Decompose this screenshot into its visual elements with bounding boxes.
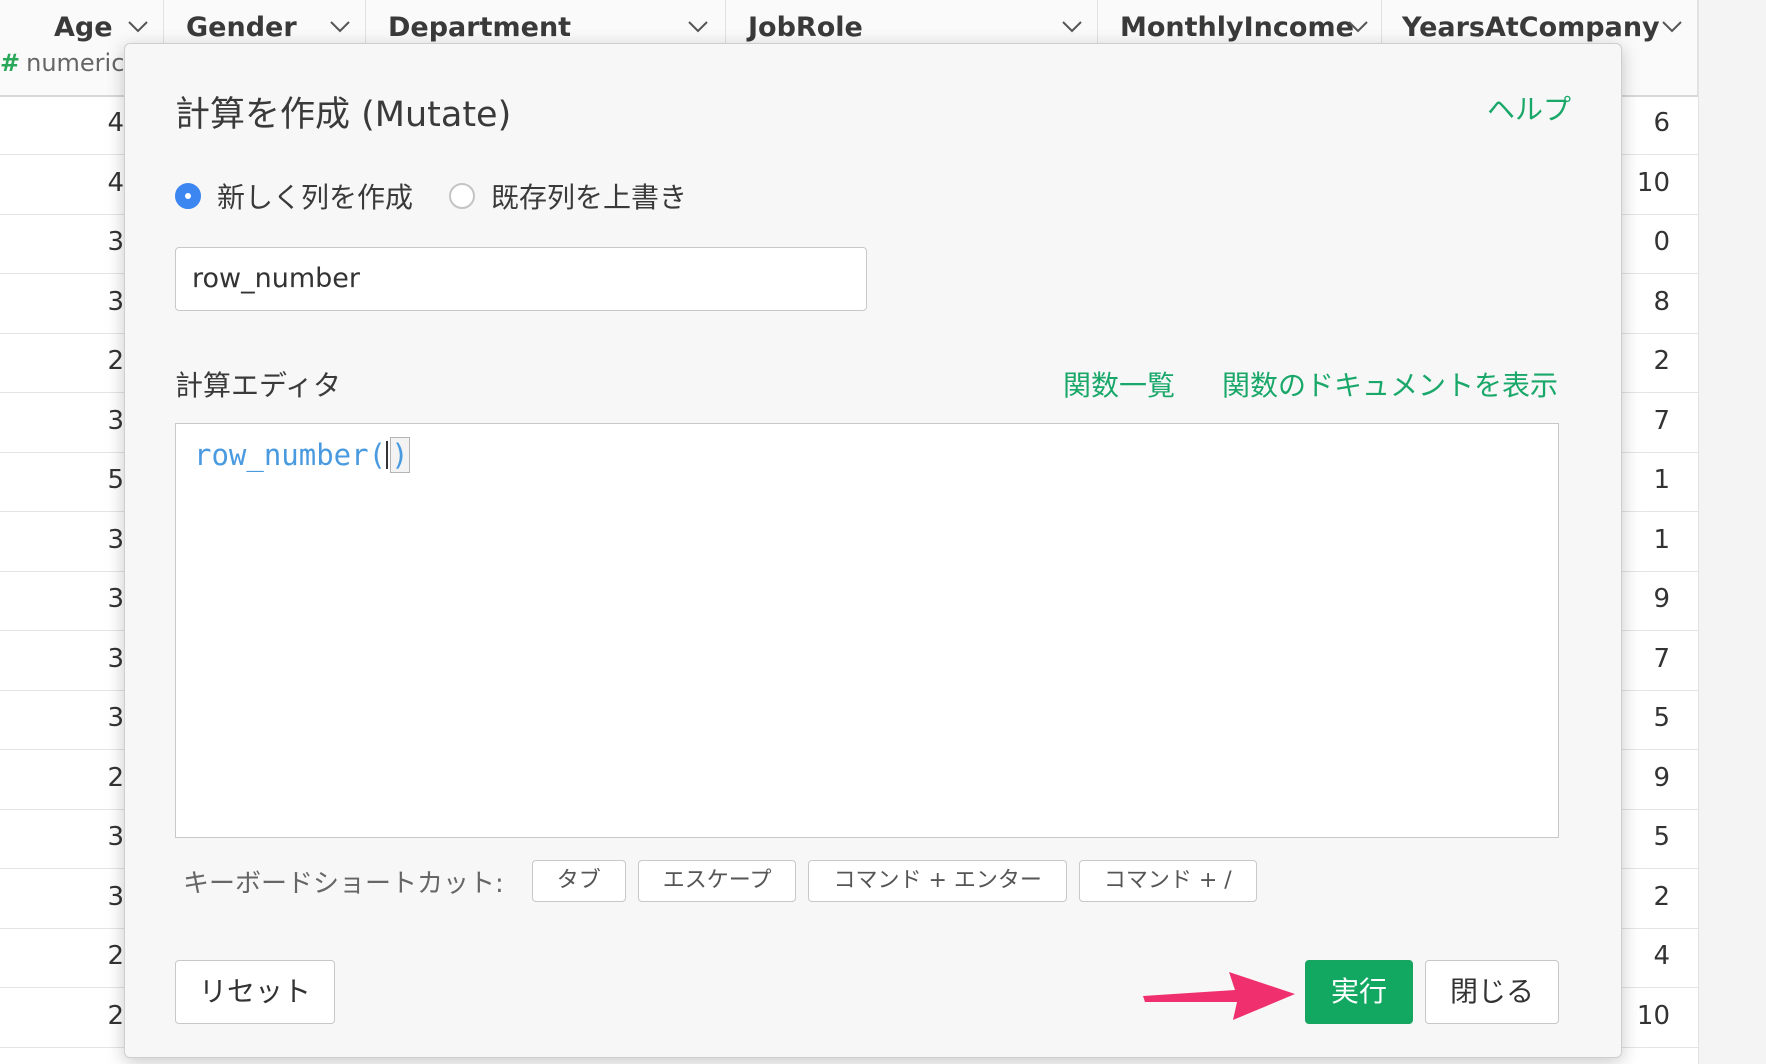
mutate-dialog: 計算を作成 (Mutate) ヘルプ 新しく列を作成 既存列を上書き row_n… xyxy=(124,43,1622,1058)
age-cell: 3 xyxy=(107,881,124,912)
column-name: YearsAtCompany xyxy=(1402,12,1660,43)
age-cell: 4 xyxy=(107,108,124,138)
chevron-down-icon[interactable] xyxy=(328,18,352,34)
age-cell: 2 xyxy=(107,762,124,793)
chevron-down-icon[interactable] xyxy=(126,18,150,34)
text-caret xyxy=(386,441,389,469)
mode-radio-group: 新しく列を作成 既存列を上書き xyxy=(175,176,723,216)
run-button[interactable]: 実行 xyxy=(1305,960,1413,1024)
calculation-code-editor[interactable]: row_number() xyxy=(175,423,1559,838)
radio-checked-icon[interactable] xyxy=(175,183,201,209)
age-cell: 3 xyxy=(107,643,124,674)
age-cell: 3 xyxy=(107,227,124,257)
shortcut-tab-key: タブ xyxy=(531,860,626,902)
age-cell: 3 xyxy=(107,405,124,436)
dialog-title: 計算を作成 (Mutate) xyxy=(175,95,512,135)
radio-label: 新しく列を作成 xyxy=(217,181,414,214)
shortcut-command-slash-key: コマンド + / xyxy=(1078,860,1257,902)
column-type-label: numeric xyxy=(26,49,125,77)
column-type: # numeric xyxy=(0,49,124,77)
calculation-editor-label: 計算エディタ xyxy=(175,369,342,402)
chevron-down-icon[interactable] xyxy=(1060,18,1084,34)
function-list-link[interactable]: 関数一覧 xyxy=(1063,364,1175,404)
age-cell: 4 xyxy=(107,167,124,198)
radio-unchecked-icon[interactable] xyxy=(449,183,476,209)
reset-button[interactable]: リセット xyxy=(175,960,335,1024)
code-line: row_number() xyxy=(194,437,410,473)
age-cell: 3 xyxy=(107,703,124,733)
chevron-down-icon[interactable] xyxy=(1660,18,1684,34)
radio-create-new-column[interactable]: 新しく列を作成 xyxy=(175,176,413,216)
shortcut-command-enter-key: コマンド + エンター xyxy=(808,860,1067,902)
age-cell: 3 xyxy=(107,524,124,555)
column-name: Age xyxy=(54,12,113,43)
column-name: Gender xyxy=(186,12,297,43)
numeric-type-icon: # xyxy=(0,49,21,77)
column-name: Department xyxy=(388,12,572,43)
keyboard-shortcuts: キーボードショートカット: タブ エスケープ コマンド + エンター コマンド … xyxy=(183,860,1269,902)
column-name: JobRole xyxy=(748,12,863,43)
function-documentation-link[interactable]: 関数のドキュメントを表示 xyxy=(1222,364,1558,404)
shortcut-escape-key: エスケープ xyxy=(637,860,797,902)
pointer-arrow-icon xyxy=(1143,972,1295,1020)
age-cell: 3 xyxy=(107,822,124,852)
chevron-down-icon[interactable] xyxy=(686,18,710,34)
help-link[interactable]: ヘルプ xyxy=(1487,88,1571,128)
age-cell: 2 xyxy=(107,941,124,971)
grid-scroll-area xyxy=(1698,0,1766,1064)
column-name: MonthlyIncome xyxy=(1120,12,1354,43)
age-cell: 5 xyxy=(107,465,124,495)
chevron-down-icon[interactable] xyxy=(1346,18,1370,34)
radio-overwrite-column[interactable]: 既存列を上書き xyxy=(449,176,687,216)
age-cell: 3 xyxy=(107,286,124,317)
age-cell: 3 xyxy=(107,584,124,614)
new-column-name-input[interactable]: row_number xyxy=(175,247,867,311)
code-function-name: row_number xyxy=(194,438,369,472)
code-open-paren: ( xyxy=(368,438,387,472)
age-cell: 2 xyxy=(107,1000,124,1031)
shortcut-label: キーボードショートカット: xyxy=(183,868,504,899)
code-close-paren: ) xyxy=(390,437,410,473)
close-button[interactable]: 閉じる xyxy=(1425,960,1559,1024)
age-cell: 2 xyxy=(107,346,124,376)
radio-label: 既存列を上書き xyxy=(491,181,688,214)
